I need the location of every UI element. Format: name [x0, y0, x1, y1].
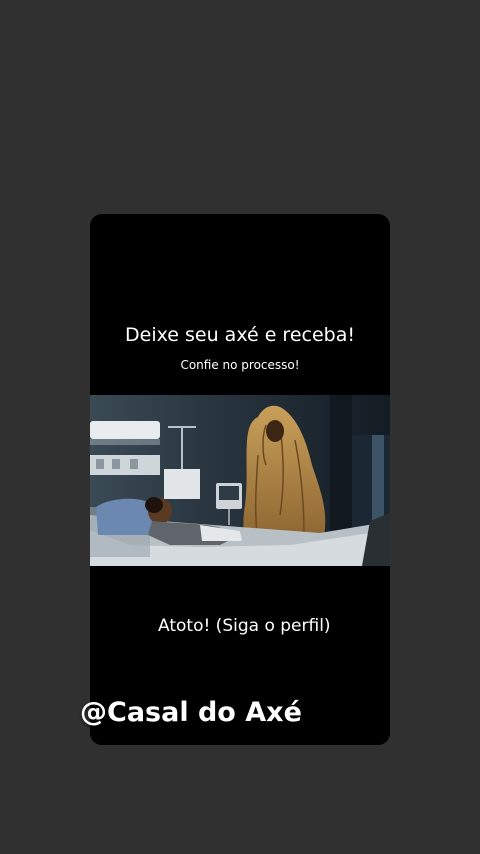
profile-handle[interactable]: @Casal do Axé — [80, 697, 302, 728]
story-caption: Atoto! (Siga o perfil) — [158, 616, 331, 636]
story-subheadline: Confie no processo! — [180, 358, 300, 372]
story-card: Deixe seu axé e receba! Confie no proces… — [90, 214, 390, 745]
hospital-scene-image — [90, 395, 390, 566]
story-headline: Deixe seu axé e receba! — [125, 324, 355, 346]
